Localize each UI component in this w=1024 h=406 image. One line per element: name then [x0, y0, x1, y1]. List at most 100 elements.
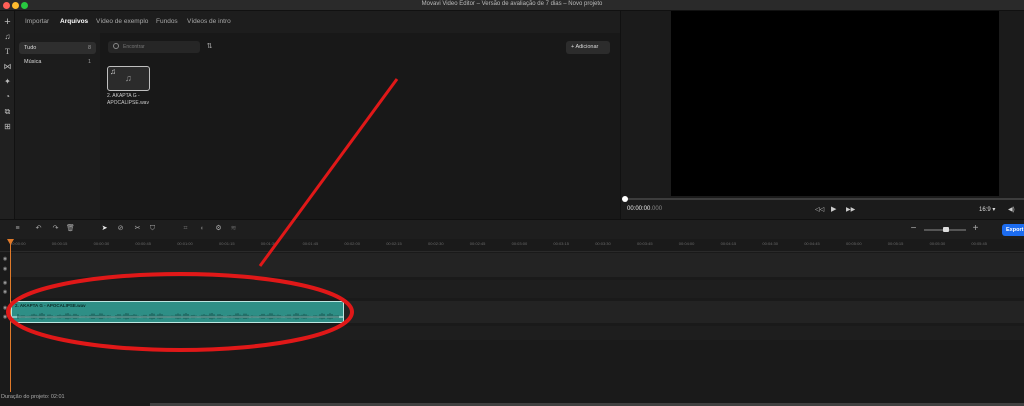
- add-button-label: Adicionar: [575, 44, 599, 50]
- ruler-tick-label: 00:01:00: [177, 241, 193, 246]
- timecode-main: 00:00:00: [627, 206, 651, 212]
- visibility-icon[interactable]: ◉: [0, 289, 10, 295]
- audio-tool-icon[interactable]: ≋: [229, 224, 238, 233]
- ruler-tick-label: 00:02:45: [469, 241, 486, 246]
- ruler-tick-label: 00:04:45: [804, 241, 820, 246]
- text-icon[interactable]: T: [2, 46, 13, 57]
- category-label: Música: [24, 59, 42, 65]
- empty-track[interactable]: [10, 326, 1024, 340]
- tab-videos-intro[interactable]: Vídeos de intro: [187, 18, 231, 25]
- overlay-icon[interactable]: ⧉: [2, 106, 13, 117]
- ruler-tick-label: 00:04:30: [762, 241, 778, 246]
- ruler-tick-label: 00:02:15: [386, 241, 402, 246]
- undo-icon[interactable]: ↶: [34, 224, 43, 233]
- category-musica[interactable]: Música 1: [19, 56, 96, 68]
- media-caption-line2: APOCALIPSE.wav: [107, 100, 149, 106]
- ripple-tool-icon[interactable]: ⊘: [116, 224, 125, 233]
- add-button[interactable]: + Adicionar: [566, 41, 610, 54]
- lock-icon[interactable]: ◉: [0, 314, 10, 320]
- effects-icon[interactable]: ✦: [2, 76, 13, 87]
- category-tudo[interactable]: Tudo 8: [19, 42, 96, 54]
- video-track[interactable]: [10, 253, 1024, 277]
- ruler-tick-label: 00:05:30: [929, 241, 946, 246]
- category-label: Tudo: [24, 45, 37, 51]
- sort-icon[interactable]: ⇅: [205, 42, 214, 51]
- window-title: Movavi Video Editor – Versão de avaliaçã…: [421, 1, 603, 7]
- ruler-tick-label: 00:02:00: [344, 241, 360, 246]
- redo-icon[interactable]: ↷: [51, 224, 60, 233]
- ruler-tick-label: 00:03:15: [553, 241, 569, 246]
- aspect-ratio-label: 16:9: [979, 207, 991, 213]
- left-toolbar: + ♫ T ⋈ ✦ ◔ ⧉ ⊞: [0, 11, 15, 219]
- mute-icon[interactable]: ◉: [0, 305, 10, 311]
- track-settings-icon[interactable]: ≡: [13, 224, 22, 233]
- ruler-tick-label: 00:05:00: [846, 241, 862, 246]
- audio-file-icon: ♫: [125, 73, 132, 83]
- empty-track[interactable]: [10, 280, 1024, 298]
- ruler-tick-label: 00:05:45: [971, 241, 987, 246]
- media-caption: 2. AKAPTA G - APOCALIPSE.wav: [107, 93, 157, 107]
- export-button[interactable]: Export: [1002, 224, 1024, 236]
- zoom-in-icon[interactable]: +: [971, 224, 980, 234]
- category-count: 8: [87, 45, 91, 51]
- ruler-tick-label: 00:03:45: [637, 241, 653, 246]
- select-tool-icon[interactable]: ➤: [100, 224, 109, 233]
- ruler-tick-label: 00:01:30: [260, 241, 277, 246]
- visibility-icon[interactable]: ◉: [0, 266, 10, 272]
- tab-video-exemplo[interactable]: Vídeo de exemplo: [96, 18, 148, 25]
- preview-video: [671, 11, 999, 196]
- search-icon: [113, 43, 119, 49]
- ruler-tick-label: 00:01:15: [219, 241, 235, 246]
- ruler-tick-label: 00:04:00: [678, 241, 695, 246]
- delete-icon[interactable]: 🗑: [66, 224, 75, 233]
- previous-frame-icon[interactable]: ◁◁: [815, 206, 824, 213]
- search-placeholder: Encontrar: [123, 44, 145, 50]
- media-caption-line1: 2. AKAPTA G -: [107, 93, 140, 99]
- search-input[interactable]: Encontrar: [108, 41, 200, 53]
- ruler-tick-label: 00:00:45: [135, 241, 151, 246]
- next-frame-icon[interactable]: ▶▶: [846, 206, 855, 213]
- audio-clip[interactable]: 2. AKAPTA G - APOCALIPSE.wav: [11, 301, 344, 323]
- marker-icon[interactable]: ⛉: [148, 224, 157, 233]
- split-icon[interactable]: ✂: [133, 224, 142, 233]
- zoom-slider-handle[interactable]: [943, 227, 949, 232]
- zoom-out-icon[interactable]: −: [909, 224, 918, 234]
- volume-icon[interactable]: ◀): [1008, 206, 1015, 213]
- ruler-tick-label: 00:01:45: [302, 241, 319, 246]
- aspect-ratio-select[interactable]: 16:9 ▾: [979, 206, 995, 213]
- preview-timecode: 00:00:00.000: [627, 206, 662, 212]
- preview-scrubber[interactable]: [624, 198, 1024, 200]
- tab-importar[interactable]: Importar: [25, 18, 49, 25]
- category-list: Tudo 8 Música 1: [15, 33, 100, 219]
- media-library: [15, 33, 620, 219]
- crop-icon[interactable]: ⌗: [181, 224, 190, 233]
- media-tabs: Importar Arquivos Vídeo de exemplo Fundo…: [15, 11, 620, 33]
- ruler-tick-label: 00:00:30: [93, 241, 110, 246]
- stickers-icon[interactable]: ◔: [2, 91, 13, 102]
- play-icon[interactable]: ▶: [831, 205, 836, 213]
- media-thumbnail[interactable]: ♫ ♫: [107, 66, 150, 91]
- visibility-icon[interactable]: ◉: [0, 280, 10, 286]
- ruler-tick-label: 00:03:30: [595, 241, 611, 246]
- timecode-ms: .000: [650, 206, 663, 212]
- more-tools-icon[interactable]: ⊞: [2, 121, 13, 132]
- tab-arquivos[interactable]: Arquivos: [60, 18, 88, 25]
- adjust-icon[interactable]: ⚙: [214, 224, 223, 233]
- category-count: 1: [87, 59, 91, 65]
- add-icon[interactable]: +: [2, 17, 13, 28]
- transitions-icon[interactable]: ⋈: [2, 61, 13, 72]
- scrubber-handle[interactable]: [622, 196, 628, 202]
- color-icon[interactable]: ◐: [198, 224, 207, 233]
- ruler-tick-label: 00:05:15: [887, 241, 904, 246]
- music-note-icon: ♫: [110, 67, 116, 76]
- waveform: [12, 313, 343, 320]
- title-bar: Movavi Video Editor – Versão de avaliaçã…: [0, 0, 1024, 11]
- project-duration: Duração do projeto: 02:01: [1, 394, 65, 400]
- visibility-icon[interactable]: ◉: [0, 256, 10, 262]
- ruler-tick-label: 00:03:00: [511, 241, 528, 246]
- tab-fundos[interactable]: Fundos: [156, 18, 178, 25]
- ruler-tick-label: 00:02:30: [428, 241, 444, 246]
- ruler-tick-label: 00:00:15: [51, 241, 68, 246]
- music-icon[interactable]: ♫: [2, 31, 13, 42]
- playhead[interactable]: [10, 240, 11, 392]
